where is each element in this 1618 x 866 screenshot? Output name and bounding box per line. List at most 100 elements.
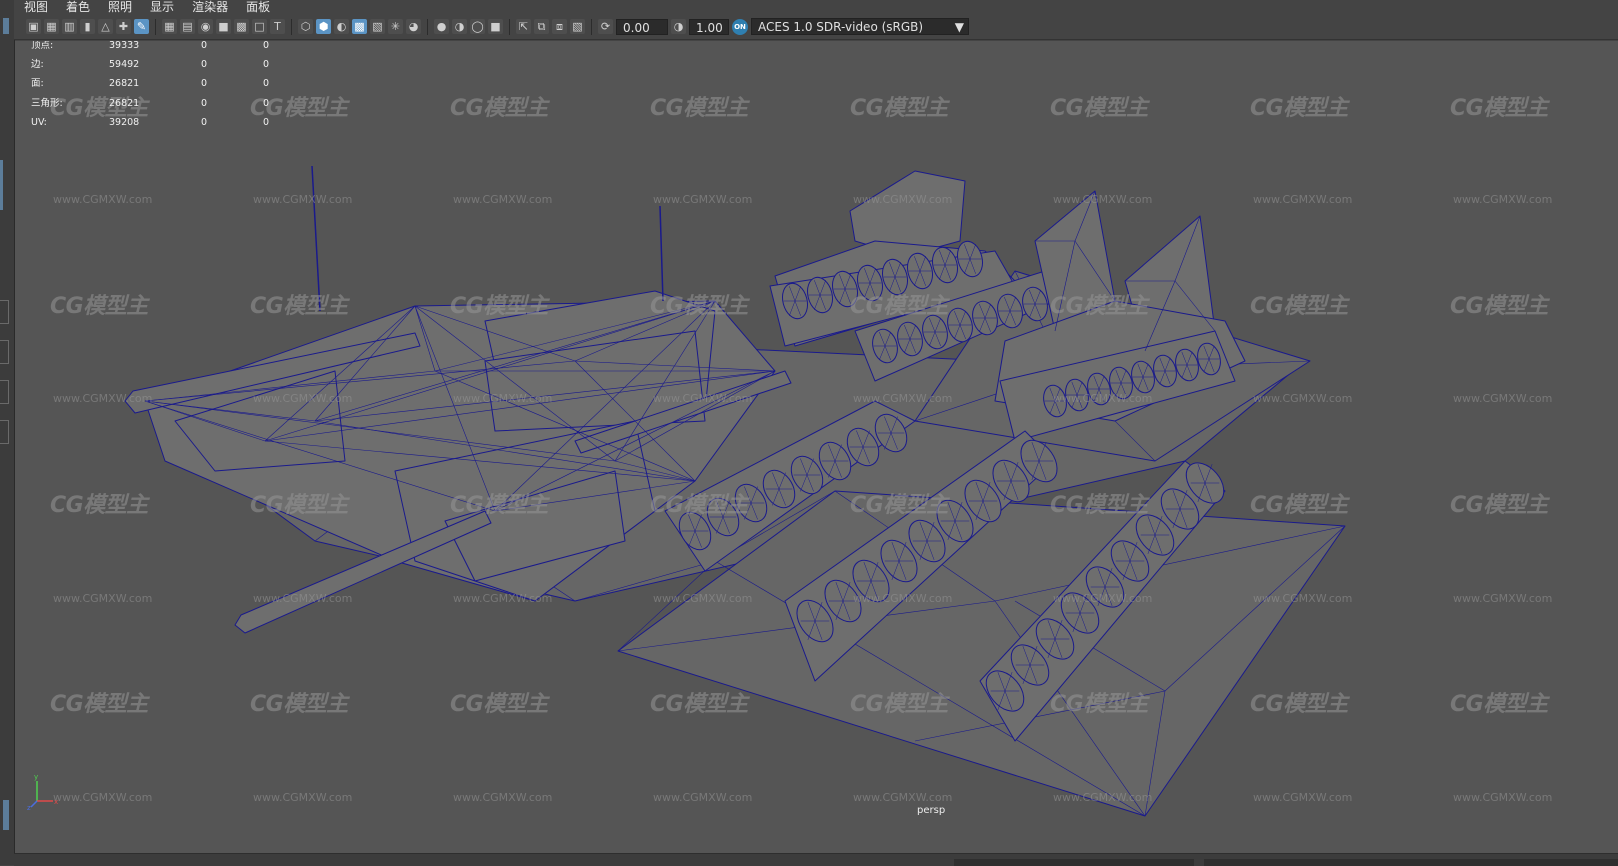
strip-tab[interactable] bbox=[0, 340, 9, 364]
watermark-logo: CG模型主 bbox=[250, 493, 348, 518]
watermark-logo: CG模型主 bbox=[1450, 294, 1548, 319]
strip-highlight bbox=[0, 160, 3, 210]
default-material-icon[interactable]: ◐ bbox=[334, 19, 349, 34]
gamma-field[interactable]: 1.00 bbox=[689, 18, 729, 35]
panel-menu-bar: 视图 着色 照明 显示 渲染器 面板 bbox=[14, 0, 1618, 14]
wireframe-icon[interactable]: ⬡ bbox=[298, 19, 313, 34]
field-chart-icon[interactable]: ▩ bbox=[234, 19, 249, 34]
safe-action-icon[interactable]: □ bbox=[252, 19, 267, 34]
exposure-field[interactable]: 0.00 bbox=[616, 18, 668, 35]
camera-lock-icon[interactable]: ▥ bbox=[62, 19, 77, 34]
toolbar-separator bbox=[155, 18, 156, 35]
axis-y-label: y bbox=[34, 773, 38, 781]
watermark-url: www.CGMXW.com bbox=[453, 592, 553, 605]
watermark-url: www.CGMXW.com bbox=[1253, 791, 1353, 804]
watermark-url: www.CGMXW.com bbox=[253, 392, 353, 405]
axis-gizmo-icon: y x z bbox=[27, 773, 58, 811]
antialias-icon[interactable]: ◯ bbox=[470, 19, 485, 34]
motion-blur-icon[interactable]: ◑ bbox=[452, 19, 467, 34]
exposure-icon[interactable]: ⟳ bbox=[598, 19, 613, 34]
backface-icon[interactable]: ▧ bbox=[570, 19, 585, 34]
menu-shading[interactable]: 着色 bbox=[56, 0, 98, 14]
axis-x-label: x bbox=[54, 798, 58, 806]
pencil-icon[interactable]: ✎ bbox=[134, 19, 149, 34]
toolbar-separator bbox=[291, 18, 292, 35]
wire-edge bbox=[659, 205, 664, 302]
watermark-url: www.CGMXW.com bbox=[1453, 193, 1553, 206]
watermark-logo: CG模型主 bbox=[850, 692, 948, 717]
menu-show[interactable]: 显示 bbox=[140, 0, 182, 14]
watermark-url: www.CGMXW.com bbox=[453, 392, 553, 405]
xray-joints-icon[interactable]: ⧈ bbox=[552, 19, 567, 34]
watermark-logo: CG模型主 bbox=[650, 294, 748, 319]
camera-icon[interactable]: ▣ bbox=[26, 19, 41, 34]
menu-view[interactable]: 视图 bbox=[14, 0, 56, 14]
camera-attr-icon[interactable]: ▦ bbox=[44, 19, 59, 34]
hud-row-vertices: 顶点: 39333 0 0 bbox=[31, 41, 270, 51]
wireframe-on-shaded-icon[interactable]: ▩ bbox=[352, 19, 367, 34]
watermark-url: www.CGMXW.com bbox=[1253, 392, 1353, 405]
shadows-icon[interactable]: ◕ bbox=[406, 19, 421, 34]
menu-lighting[interactable]: 照明 bbox=[98, 0, 140, 14]
watermark-url: www.CGMXW.com bbox=[53, 193, 153, 206]
watermark-logo: CG模型主 bbox=[1050, 96, 1148, 121]
ambient-occlusion-icon[interactable]: ● bbox=[434, 19, 449, 34]
chevron-down-icon: ▼ bbox=[954, 19, 964, 34]
move-pivot-icon[interactable]: ✚ bbox=[116, 19, 131, 34]
color-space-dropdown[interactable]: ACES 1.0 SDR-video (sRGB) ▼ bbox=[751, 18, 969, 35]
strip-tab[interactable] bbox=[0, 300, 9, 324]
toolbar-separator bbox=[509, 18, 510, 35]
watermark-logo: CG模型主 bbox=[250, 692, 348, 717]
watermark-url: www.CGMXW.com bbox=[53, 592, 153, 605]
color-management-toggle[interactable]: ON bbox=[732, 18, 748, 35]
watermark-logo: CG模型主 bbox=[1450, 96, 1548, 121]
watermark-url: www.CGMXW.com bbox=[1053, 592, 1153, 605]
watermark-url: www.CGMXW.com bbox=[1453, 392, 1553, 405]
depth-of-field-icon[interactable]: ■ bbox=[488, 19, 503, 34]
watermark-url: www.CGMXW.com bbox=[1453, 791, 1553, 804]
toolbar-separator bbox=[591, 18, 592, 35]
gamma-icon[interactable]: ◑ bbox=[671, 19, 686, 34]
image-plane-icon[interactable]: △ bbox=[98, 19, 113, 34]
gate-mask-icon[interactable]: ■ bbox=[216, 19, 231, 34]
scene-render[interactable] bbox=[15, 41, 1618, 853]
bookmark-icon[interactable]: ▮ bbox=[80, 19, 95, 34]
axis-z-label: z bbox=[27, 804, 31, 811]
resolution-gate-icon[interactable]: ◉ bbox=[198, 19, 213, 34]
film-gate-icon[interactable]: ▤ bbox=[180, 19, 195, 34]
watermark-url: www.CGMXW.com bbox=[853, 193, 953, 206]
strip-tab[interactable] bbox=[0, 420, 9, 444]
watermark-logo: CG模型主 bbox=[850, 294, 948, 319]
watermark-logo: CG模型主 bbox=[1450, 493, 1548, 518]
watermark-url: www.CGMXW.com bbox=[53, 392, 153, 405]
watermark-logo: CG模型主 bbox=[450, 493, 548, 518]
xray-icon[interactable]: ⧉ bbox=[534, 19, 549, 34]
watermark-logo: CG模型主 bbox=[1250, 96, 1348, 121]
watermark-logo: CG模型主 bbox=[450, 692, 548, 717]
grid-icon[interactable]: ▦ bbox=[162, 19, 177, 34]
hud-row-faces: 面: 26821 0 0 bbox=[31, 78, 270, 90]
toolbar-separator bbox=[427, 18, 428, 35]
watermark-url: www.CGMXW.com bbox=[1053, 193, 1153, 206]
smooth-shade-icon[interactable]: ⬢ bbox=[316, 19, 331, 34]
menu-panels[interactable]: 面板 bbox=[236, 0, 278, 14]
strip-tab[interactable] bbox=[0, 380, 9, 404]
watermark-url: www.CGMXW.com bbox=[1253, 193, 1353, 206]
watermark-logo: CG模型主 bbox=[1250, 692, 1348, 717]
safe-title-icon[interactable]: T bbox=[270, 19, 285, 34]
watermark-logo: CG模型主 bbox=[650, 96, 748, 121]
hud-row-triangles: 三角形: 26821 0 0 bbox=[31, 97, 270, 109]
watermark-logo: CG模型主 bbox=[1250, 294, 1348, 319]
textured-icon[interactable]: ▧ bbox=[370, 19, 385, 34]
watermark-url: www.CGMXW.com bbox=[453, 791, 553, 804]
use-lights-icon[interactable]: ✳ bbox=[388, 19, 403, 34]
panel-toolbar: ▣ ▦ ▥ ▮ △ ✚ ✎ ▦ ▤ ◉ ■ ▩ □ T ⬡ ⬢ ◐ ▩ ▧ ✳ … bbox=[14, 14, 1618, 40]
watermark-url: www.CGMXW.com bbox=[1053, 392, 1153, 405]
watermark-logo: CG模型主 bbox=[1050, 493, 1148, 518]
strip-highlight bbox=[3, 800, 9, 830]
isolate-select-icon[interactable]: ⇱ bbox=[516, 19, 531, 34]
perspective-viewport[interactable]: CG模型主 CG模型主 CG模型主 CG模型主 www.CGMXW.com www.CGM… bbox=[15, 41, 1618, 853]
watermark-logo: CG模型主 bbox=[50, 692, 148, 717]
menu-renderer[interactable]: 渲染器 bbox=[182, 0, 236, 14]
watermark-logo: CG模型主 bbox=[650, 692, 748, 717]
